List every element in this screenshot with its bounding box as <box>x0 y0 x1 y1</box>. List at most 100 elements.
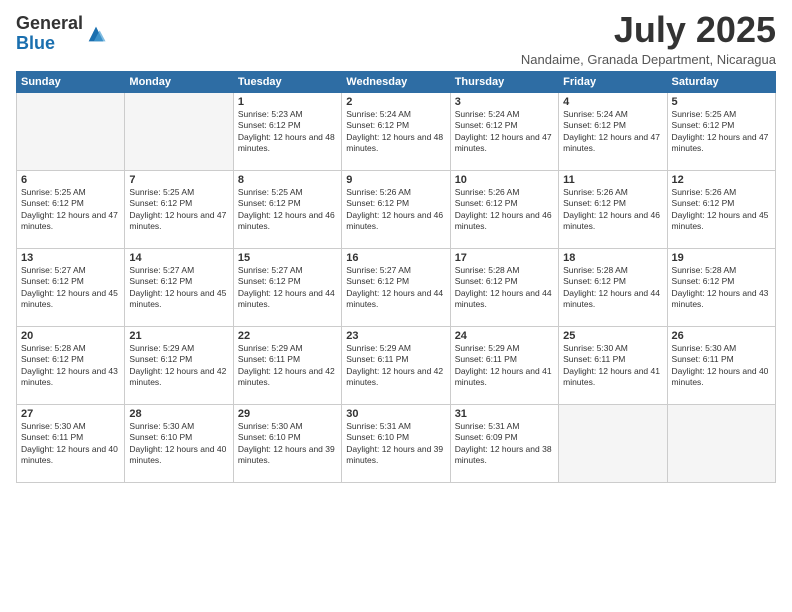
day-number: 17 <box>455 252 554 264</box>
cell-details: Sunrise: 5:23 AMSunset: 6:12 PMDaylight:… <box>238 109 337 155</box>
col-thursday: Thursday <box>450 71 558 92</box>
table-row: 2Sunrise: 5:24 AMSunset: 6:12 PMDaylight… <box>342 92 450 170</box>
day-number: 3 <box>455 96 554 108</box>
table-row: 18Sunrise: 5:28 AMSunset: 6:12 PMDayligh… <box>559 248 667 326</box>
page: General Blue July 2025 Nandaime, Granada… <box>0 0 792 612</box>
day-number: 10 <box>455 174 554 186</box>
table-row: 30Sunrise: 5:31 AMSunset: 6:10 PMDayligh… <box>342 404 450 482</box>
logo-blue-text: Blue <box>16 33 55 53</box>
table-row <box>125 92 233 170</box>
cell-details: Sunrise: 5:30 AMSunset: 6:11 PMDaylight:… <box>672 343 771 389</box>
table-row: 10Sunrise: 5:26 AMSunset: 6:12 PMDayligh… <box>450 170 558 248</box>
title-block: July 2025 Nandaime, Granada Department, … <box>521 10 776 67</box>
table-row: 22Sunrise: 5:29 AMSunset: 6:11 PMDayligh… <box>233 326 341 404</box>
col-monday: Monday <box>125 71 233 92</box>
day-number: 22 <box>238 330 337 342</box>
day-number: 8 <box>238 174 337 186</box>
table-row: 16Sunrise: 5:27 AMSunset: 6:12 PMDayligh… <box>342 248 450 326</box>
day-number: 16 <box>346 252 445 264</box>
calendar-week-row: 6Sunrise: 5:25 AMSunset: 6:12 PMDaylight… <box>17 170 776 248</box>
table-row: 26Sunrise: 5:30 AMSunset: 6:11 PMDayligh… <box>667 326 775 404</box>
table-row: 4Sunrise: 5:24 AMSunset: 6:12 PMDaylight… <box>559 92 667 170</box>
cell-details: Sunrise: 5:26 AMSunset: 6:12 PMDaylight:… <box>563 187 662 233</box>
cell-details: Sunrise: 5:31 AMSunset: 6:10 PMDaylight:… <box>346 421 445 467</box>
day-number: 25 <box>563 330 662 342</box>
day-number: 13 <box>21 252 120 264</box>
table-row <box>17 92 125 170</box>
table-row: 11Sunrise: 5:26 AMSunset: 6:12 PMDayligh… <box>559 170 667 248</box>
logo: General Blue <box>16 14 107 54</box>
table-row: 29Sunrise: 5:30 AMSunset: 6:10 PMDayligh… <box>233 404 341 482</box>
table-row: 31Sunrise: 5:31 AMSunset: 6:09 PMDayligh… <box>450 404 558 482</box>
day-number: 21 <box>129 330 228 342</box>
table-row: 5Sunrise: 5:25 AMSunset: 6:12 PMDaylight… <box>667 92 775 170</box>
day-number: 29 <box>238 408 337 420</box>
calendar-week-row: 1Sunrise: 5:23 AMSunset: 6:12 PMDaylight… <box>17 92 776 170</box>
table-row: 9Sunrise: 5:26 AMSunset: 6:12 PMDaylight… <box>342 170 450 248</box>
calendar-week-row: 13 Sunrise: 5:27 AMSunset: 6:12 PMDayligh… <box>17 248 776 326</box>
table-row: 1Sunrise: 5:23 AMSunset: 6:12 PMDaylight… <box>233 92 341 170</box>
table-row: 28Sunrise: 5:30 AMSunset: 6:10 PMDayligh… <box>125 404 233 482</box>
table-row: 17Sunrise: 5:28 AMSunset: 6:12 PMDayligh… <box>450 248 558 326</box>
cell-details: Sunrise: 5:29 AMSunset: 6:11 PMDaylight:… <box>238 343 337 389</box>
day-number: 2 <box>346 96 445 108</box>
table-row: 27Sunrise: 5:30 AMSunset: 6:11 PMDayligh… <box>17 404 125 482</box>
col-tuesday: Tuesday <box>233 71 341 92</box>
month-title: July 2025 <box>521 10 776 50</box>
day-number: 14 <box>129 252 228 264</box>
day-number: 12 <box>672 174 771 186</box>
cell-details: Sunrise: 5:29 AMSunset: 6:11 PMDaylight:… <box>346 343 445 389</box>
day-number: 20 <box>21 330 120 342</box>
table-row: 3Sunrise: 5:24 AMSunset: 6:12 PMDaylight… <box>450 92 558 170</box>
cell-details: Sunrise: 5:25 AMSunset: 6:12 PMDaylight:… <box>672 109 771 155</box>
table-row <box>667 404 775 482</box>
col-friday: Friday <box>559 71 667 92</box>
cell-details: Sunrise: 5:31 AMSunset: 6:09 PMDaylight:… <box>455 421 554 467</box>
logo-general-text: General <box>16 13 83 33</box>
table-row: 13Sunrise: 5:27 AMSunset: 6:12 PMDayligh… <box>17 248 125 326</box>
table-row: 6Sunrise: 5:25 AMSunset: 6:12 PMDaylight… <box>17 170 125 248</box>
table-row: 7Sunrise: 5:25 AMSunset: 6:12 PMDaylight… <box>125 170 233 248</box>
cell-details: Sunrise: 5:27 AMSunset: 6:12 PMDaylight:… <box>238 265 337 311</box>
day-number: 5 <box>672 96 771 108</box>
day-number: 15 <box>238 252 337 264</box>
col-saturday: Saturday <box>667 71 775 92</box>
cell-details: Sunrise: 5:30 AMSunset: 6:10 PMDaylight:… <box>238 421 337 467</box>
table-row: 19Sunrise: 5:28 AMSunset: 6:12 PMDayligh… <box>667 248 775 326</box>
cell-details: Sunrise: 5:29 AMSunset: 6:11 PMDaylight:… <box>455 343 554 389</box>
header: General Blue July 2025 Nandaime, Granada… <box>16 10 776 67</box>
logo-icon <box>85 23 107 45</box>
day-number: 11 <box>563 174 662 186</box>
col-sunday: Sunday <box>17 71 125 92</box>
cell-details: Sunrise: 5:26 AMSunset: 6:12 PMDaylight:… <box>672 187 771 233</box>
cell-details: Sunrise: 5:27 AMSunset: 6:12 PMDaylight:… <box>346 265 445 311</box>
table-row: 12Sunrise: 5:26 AMSunset: 6:12 PMDayligh… <box>667 170 775 248</box>
cell-details: Sunrise: 5:25 AMSunset: 6:12 PMDaylight:… <box>21 187 120 233</box>
day-number: 27 <box>21 408 120 420</box>
cell-details: Sunrise: 5:26 AMSunset: 6:12 PMDaylight:… <box>346 187 445 233</box>
day-number: 9 <box>346 174 445 186</box>
table-row <box>559 404 667 482</box>
day-number: 18 <box>563 252 662 264</box>
cell-details: Sunrise: 5:24 AMSunset: 6:12 PMDaylight:… <box>563 109 662 155</box>
cell-details: Sunrise: 5:28 AMSunset: 6:12 PMDaylight:… <box>563 265 662 311</box>
day-number: 6 <box>21 174 120 186</box>
day-number: 23 <box>346 330 445 342</box>
day-number: 31 <box>455 408 554 420</box>
day-number: 26 <box>672 330 771 342</box>
cell-details: Sunrise: 5:25 AMSunset: 6:12 PMDaylight:… <box>129 187 228 233</box>
cell-details: Sunrise: 5:29 AMSunset: 6:12 PMDaylight:… <box>129 343 228 389</box>
day-number: 24 <box>455 330 554 342</box>
day-number: 7 <box>129 174 228 186</box>
calendar-table: Sunday Monday Tuesday Wednesday Thursday… <box>16 71 776 483</box>
cell-details: Sunrise: 5:24 AMSunset: 6:12 PMDaylight:… <box>455 109 554 155</box>
table-row: 14Sunrise: 5:27 AMSunset: 6:12 PMDayligh… <box>125 248 233 326</box>
day-number: 4 <box>563 96 662 108</box>
cell-details: Sunrise: 5:30 AMSunset: 6:11 PMDaylight:… <box>563 343 662 389</box>
day-number: 1 <box>238 96 337 108</box>
table-row: 23Sunrise: 5:29 AMSunset: 6:11 PMDayligh… <box>342 326 450 404</box>
cell-details: Sunrise: 5:24 AMSunset: 6:12 PMDaylight:… <box>346 109 445 155</box>
cell-details: Sunrise: 5:30 AMSunset: 6:10 PMDaylight:… <box>129 421 228 467</box>
location-subtitle: Nandaime, Granada Department, Nicaragua <box>521 52 776 67</box>
calendar-week-row: 27Sunrise: 5:30 AMSunset: 6:11 PMDayligh… <box>17 404 776 482</box>
